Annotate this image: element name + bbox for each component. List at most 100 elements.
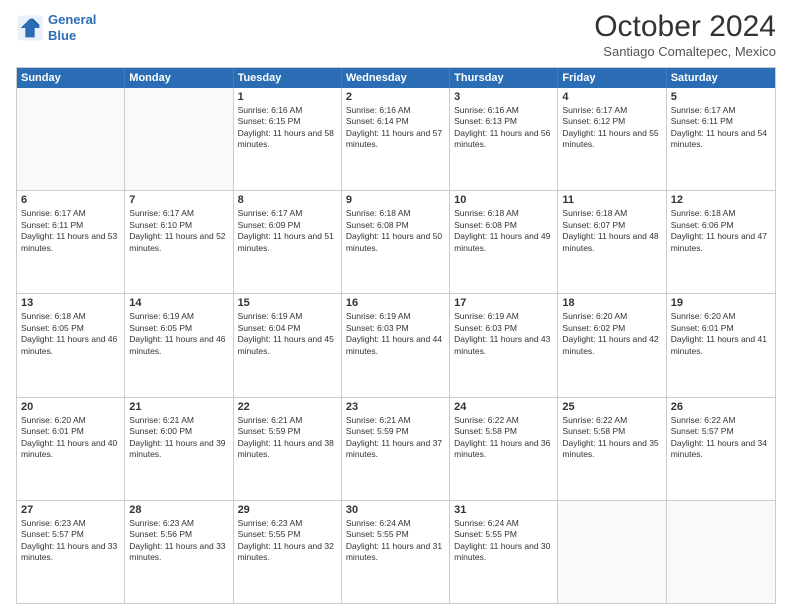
day-number: 1 bbox=[238, 91, 337, 103]
daylight-text: Daylight: 11 hours and 35 minutes. bbox=[562, 438, 661, 461]
cal-cell-r3-c3: 23Sunrise: 6:21 AMSunset: 5:59 PMDayligh… bbox=[342, 398, 450, 500]
calendar: Sunday Monday Tuesday Wednesday Thursday… bbox=[16, 67, 776, 604]
sunset-text: Sunset: 6:01 PM bbox=[21, 426, 120, 437]
daylight-text: Daylight: 11 hours and 34 minutes. bbox=[671, 438, 771, 461]
daylight-text: Daylight: 11 hours and 44 minutes. bbox=[346, 334, 445, 357]
day-number: 18 bbox=[562, 297, 661, 309]
calendar-body: 1Sunrise: 6:16 AMSunset: 6:15 PMDaylight… bbox=[17, 88, 775, 603]
sunrise-text: Sunrise: 6:24 AM bbox=[346, 518, 445, 529]
header-tuesday: Tuesday bbox=[234, 68, 342, 88]
header-friday: Friday bbox=[558, 68, 666, 88]
sunrise-text: Sunrise: 6:16 AM bbox=[238, 105, 337, 116]
logo-line2: Blue bbox=[48, 28, 76, 43]
sunrise-text: Sunrise: 6:17 AM bbox=[671, 105, 771, 116]
day-number: 25 bbox=[562, 401, 661, 413]
sunset-text: Sunset: 5:57 PM bbox=[21, 529, 120, 540]
sunrise-text: Sunrise: 6:19 AM bbox=[238, 311, 337, 322]
header-sunday: Sunday bbox=[17, 68, 125, 88]
daylight-text: Daylight: 11 hours and 33 minutes. bbox=[21, 541, 120, 564]
day-number: 12 bbox=[671, 194, 771, 206]
sunset-text: Sunset: 6:13 PM bbox=[454, 116, 553, 127]
cal-cell-r2-c4: 17Sunrise: 6:19 AMSunset: 6:03 PMDayligh… bbox=[450, 294, 558, 396]
header-monday: Monday bbox=[125, 68, 233, 88]
cal-cell-r0-c6: 5Sunrise: 6:17 AMSunset: 6:11 PMDaylight… bbox=[667, 88, 775, 190]
cal-cell-r0-c5: 4Sunrise: 6:17 AMSunset: 6:12 PMDaylight… bbox=[558, 88, 666, 190]
sunrise-text: Sunrise: 6:18 AM bbox=[21, 311, 120, 322]
day-number: 9 bbox=[346, 194, 445, 206]
cal-cell-r4-c1: 28Sunrise: 6:23 AMSunset: 5:56 PMDayligh… bbox=[125, 501, 233, 603]
sunrise-text: Sunrise: 6:18 AM bbox=[454, 208, 553, 219]
header-saturday: Saturday bbox=[667, 68, 775, 88]
sunset-text: Sunset: 6:08 PM bbox=[346, 220, 445, 231]
daylight-text: Daylight: 11 hours and 56 minutes. bbox=[454, 128, 553, 151]
sunrise-text: Sunrise: 6:17 AM bbox=[21, 208, 120, 219]
daylight-text: Daylight: 11 hours and 40 minutes. bbox=[21, 438, 120, 461]
sunset-text: Sunset: 6:10 PM bbox=[129, 220, 228, 231]
day-number: 16 bbox=[346, 297, 445, 309]
sunset-text: Sunset: 5:59 PM bbox=[346, 426, 445, 437]
cal-cell-r0-c1 bbox=[125, 88, 233, 190]
cal-cell-r0-c3: 2Sunrise: 6:16 AMSunset: 6:14 PMDaylight… bbox=[342, 88, 450, 190]
sunrise-text: Sunrise: 6:19 AM bbox=[346, 311, 445, 322]
cal-cell-r4-c6 bbox=[667, 501, 775, 603]
sunrise-text: Sunrise: 6:22 AM bbox=[671, 415, 771, 426]
cal-cell-r2-c5: 18Sunrise: 6:20 AMSunset: 6:02 PMDayligh… bbox=[558, 294, 666, 396]
sunset-text: Sunset: 5:55 PM bbox=[346, 529, 445, 540]
sunrise-text: Sunrise: 6:23 AM bbox=[129, 518, 228, 529]
sunset-text: Sunset: 5:55 PM bbox=[238, 529, 337, 540]
sunrise-text: Sunrise: 6:20 AM bbox=[21, 415, 120, 426]
day-number: 20 bbox=[21, 401, 120, 413]
sunset-text: Sunset: 6:07 PM bbox=[562, 220, 661, 231]
daylight-text: Daylight: 11 hours and 30 minutes. bbox=[454, 541, 553, 564]
sunrise-text: Sunrise: 6:17 AM bbox=[238, 208, 337, 219]
cal-cell-r2-c6: 19Sunrise: 6:20 AMSunset: 6:01 PMDayligh… bbox=[667, 294, 775, 396]
daylight-text: Daylight: 11 hours and 53 minutes. bbox=[21, 231, 120, 254]
header: General Blue October 2024 Santiago Comal… bbox=[16, 12, 776, 59]
daylight-text: Daylight: 11 hours and 46 minutes. bbox=[21, 334, 120, 357]
cal-cell-r1-c0: 6Sunrise: 6:17 AMSunset: 6:11 PMDaylight… bbox=[17, 191, 125, 293]
cal-cell-r3-c6: 26Sunrise: 6:22 AMSunset: 5:57 PMDayligh… bbox=[667, 398, 775, 500]
sunset-text: Sunset: 6:03 PM bbox=[346, 323, 445, 334]
sunset-text: Sunset: 5:58 PM bbox=[562, 426, 661, 437]
day-number: 7 bbox=[129, 194, 228, 206]
daylight-text: Daylight: 11 hours and 46 minutes. bbox=[129, 334, 228, 357]
day-number: 3 bbox=[454, 91, 553, 103]
day-number: 30 bbox=[346, 504, 445, 516]
sunrise-text: Sunrise: 6:18 AM bbox=[671, 208, 771, 219]
daylight-text: Daylight: 11 hours and 48 minutes. bbox=[562, 231, 661, 254]
day-number: 13 bbox=[21, 297, 120, 309]
cal-row-2: 13Sunrise: 6:18 AMSunset: 6:05 PMDayligh… bbox=[17, 293, 775, 396]
sunrise-text: Sunrise: 6:23 AM bbox=[21, 518, 120, 529]
cal-cell-r3-c2: 22Sunrise: 6:21 AMSunset: 5:59 PMDayligh… bbox=[234, 398, 342, 500]
cal-cell-r2-c0: 13Sunrise: 6:18 AMSunset: 6:05 PMDayligh… bbox=[17, 294, 125, 396]
day-number: 17 bbox=[454, 297, 553, 309]
logo-text: General Blue bbox=[48, 12, 96, 43]
cal-cell-r1-c4: 10Sunrise: 6:18 AMSunset: 6:08 PMDayligh… bbox=[450, 191, 558, 293]
daylight-text: Daylight: 11 hours and 31 minutes. bbox=[346, 541, 445, 564]
day-number: 23 bbox=[346, 401, 445, 413]
sunrise-text: Sunrise: 6:21 AM bbox=[238, 415, 337, 426]
daylight-text: Daylight: 11 hours and 50 minutes. bbox=[346, 231, 445, 254]
sunrise-text: Sunrise: 6:22 AM bbox=[562, 415, 661, 426]
day-number: 27 bbox=[21, 504, 120, 516]
cal-cell-r2-c1: 14Sunrise: 6:19 AMSunset: 6:05 PMDayligh… bbox=[125, 294, 233, 396]
cal-row-4: 27Sunrise: 6:23 AMSunset: 5:57 PMDayligh… bbox=[17, 500, 775, 603]
header-thursday: Thursday bbox=[450, 68, 558, 88]
sunset-text: Sunset: 6:01 PM bbox=[671, 323, 771, 334]
daylight-text: Daylight: 11 hours and 39 minutes. bbox=[129, 438, 228, 461]
page: General Blue October 2024 Santiago Comal… bbox=[0, 0, 792, 612]
cal-cell-r4-c0: 27 Sunrise: 6:23 AMSunset: 5:57 PMDayligh… bbox=[17, 501, 125, 603]
cal-cell-r3-c5: 25 Sunrise: 6:22 AMSunset: 5:58 PMDayligh… bbox=[558, 398, 666, 500]
logo-line1: General bbox=[48, 12, 96, 27]
daylight-text: Daylight: 11 hours and 43 minutes. bbox=[454, 334, 553, 357]
daylight-text: Daylight: 11 hours and 33 minutes. bbox=[129, 541, 228, 564]
location: Santiago Comaltepec, Mexico bbox=[594, 44, 776, 59]
cal-cell-r0-c2: 1Sunrise: 6:16 AMSunset: 6:15 PMDaylight… bbox=[234, 88, 342, 190]
sunrise-text: Sunrise: 6:21 AM bbox=[129, 415, 228, 426]
cal-cell-r3-c4: 24Sunrise: 6:22 AMSunset: 5:58 PMDayligh… bbox=[450, 398, 558, 500]
sunset-text: Sunset: 6:11 PM bbox=[21, 220, 120, 231]
day-number: 19 bbox=[671, 297, 771, 309]
cal-cell-r1-c1: 7Sunrise: 6:17 AMSunset: 6:10 PMDaylight… bbox=[125, 191, 233, 293]
daylight-text: Daylight: 11 hours and 57 minutes. bbox=[346, 128, 445, 151]
cal-cell-r1-c3: 9Sunrise: 6:18 AMSunset: 6:08 PMDaylight… bbox=[342, 191, 450, 293]
